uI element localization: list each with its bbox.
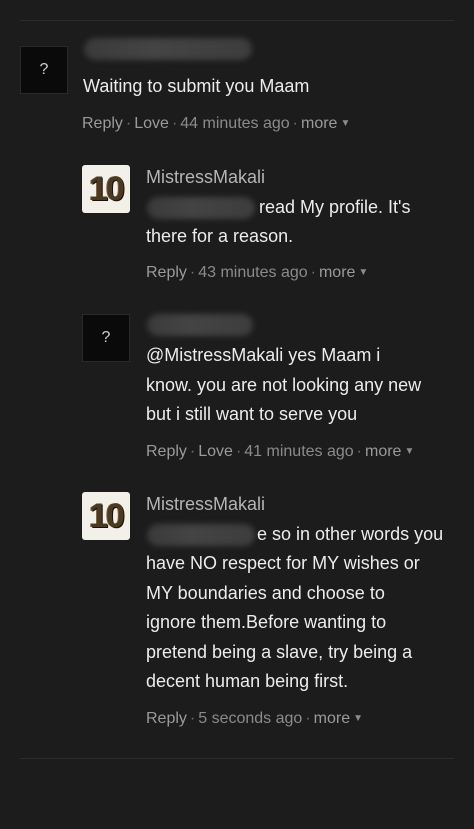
bottom-divider bbox=[20, 758, 454, 759]
caret-down-icon[interactable]: ▼ bbox=[401, 446, 414, 457]
comment-actions: Reply · 43 minutes ago · more ▼ bbox=[146, 264, 369, 281]
more-menu[interactable]: more bbox=[365, 443, 401, 460]
redacted-username bbox=[147, 314, 253, 336]
comment-text-line1: read My profile. It's bbox=[259, 197, 411, 217]
comment-actions: Reply · 5 seconds ago · more ▼ bbox=[146, 710, 363, 727]
reply-link[interactable]: Reply bbox=[82, 115, 123, 132]
redacted-mention bbox=[147, 197, 255, 219]
author-name[interactable]: MistressMakali bbox=[146, 494, 265, 515]
timestamp[interactable]: 43 minutes ago bbox=[198, 264, 307, 281]
comment-actions: Reply · Love · 41 minutes ago · more ▼ bbox=[146, 443, 415, 460]
more-menu[interactable]: more bbox=[314, 710, 350, 727]
comment-text: @MistressMakali yes Maam i know. you are… bbox=[146, 345, 422, 424]
unknown-avatar-icon[interactable]: ? bbox=[82, 314, 130, 362]
love-link[interactable]: Love bbox=[134, 115, 169, 132]
timestamp[interactable]: 44 minutes ago bbox=[180, 115, 289, 132]
comment-text: Waiting to submit you Maam bbox=[83, 76, 310, 96]
unknown-avatar-icon[interactable]: ? bbox=[20, 46, 68, 94]
reply-link[interactable]: Reply bbox=[146, 710, 187, 727]
more-menu[interactable]: more bbox=[319, 264, 355, 281]
mistress-avatar[interactable]: 10 bbox=[82, 165, 130, 213]
comment-actions: Reply · Love · 44 minutes ago · more ▼ bbox=[82, 115, 351, 132]
more-menu[interactable]: more bbox=[301, 115, 337, 132]
redacted-username bbox=[84, 38, 252, 60]
caret-down-icon[interactable]: ▼ bbox=[337, 118, 350, 129]
author-name[interactable]: MistressMakali bbox=[146, 167, 265, 188]
avatar-ten-logo: 10 bbox=[89, 169, 125, 208]
comment-text-line2: there for a reason. bbox=[146, 226, 294, 246]
redacted-mention bbox=[147, 524, 255, 546]
reply-link[interactable]: Reply bbox=[146, 443, 187, 460]
love-link[interactable]: Love bbox=[198, 443, 233, 460]
timestamp[interactable]: 41 minutes ago bbox=[244, 443, 353, 460]
timestamp[interactable]: 5 seconds ago bbox=[198, 710, 302, 727]
comment-text-line1: e so in other words you bbox=[257, 524, 444, 544]
question-mark-icon: ? bbox=[101, 329, 111, 346]
mistress-avatar[interactable]: 10 bbox=[82, 492, 130, 540]
comment-text-rest: have NO respect for MY wishes or MY boun… bbox=[146, 553, 420, 691]
reply-link[interactable]: Reply bbox=[146, 264, 187, 281]
caret-down-icon[interactable]: ▼ bbox=[355, 267, 368, 278]
top-divider bbox=[20, 20, 454, 21]
caret-down-icon[interactable]: ▼ bbox=[350, 713, 363, 724]
question-mark-icon: ? bbox=[39, 61, 49, 78]
avatar-ten-logo: 10 bbox=[89, 496, 125, 535]
